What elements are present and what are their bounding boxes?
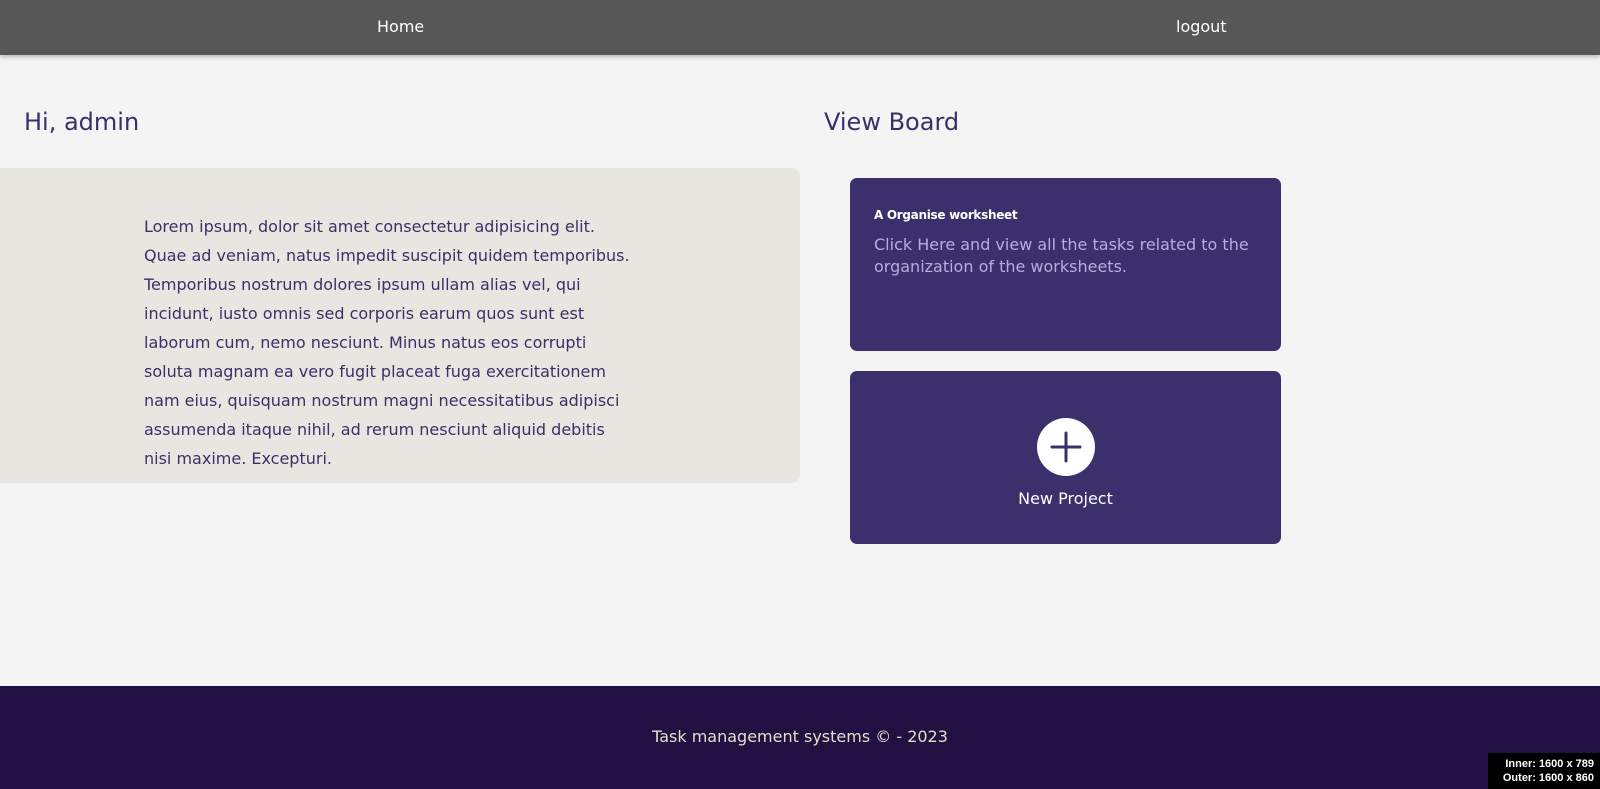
viewport-outer-size: Outer: 1600 x 860: [1502, 772, 1594, 784]
footer-copyright: Task management systems © - 2023: [652, 727, 948, 746]
worksheet-card-title: A Organise worksheet: [874, 208, 1018, 222]
intro-text: Lorem ipsum, dolor sit amet consectetur …: [144, 217, 630, 468]
footer: Task management systems © - 2023: [0, 686, 1600, 789]
nav-logout-link[interactable]: logout: [1176, 17, 1227, 36]
viewport-size-badge: Inner: 1600 x 789 Outer: 1600 x 860: [1488, 753, 1600, 789]
greeting-heading: Hi, admin: [24, 108, 140, 136]
worksheet-card[interactable]: A Organise worksheet Click Here and view…: [850, 178, 1281, 351]
top-navbar: Home logout: [0, 0, 1600, 55]
intro-panel: Lorem ipsum, dolor sit amet consectetur …: [0, 168, 800, 483]
new-project-card[interactable]: New Project: [850, 371, 1281, 544]
view-board-heading: View Board: [824, 108, 960, 136]
nav-home-link[interactable]: Home: [377, 17, 424, 36]
viewport-inner-size: Inner: 1600 x 789: [1505, 758, 1594, 770]
worksheet-card-description: Click Here and view all the tasks relate…: [874, 235, 1249, 276]
plus-icon[interactable]: [1037, 418, 1095, 476]
new-project-label: New Project: [1018, 489, 1113, 508]
plus-icon-glyph: [1050, 431, 1082, 463]
